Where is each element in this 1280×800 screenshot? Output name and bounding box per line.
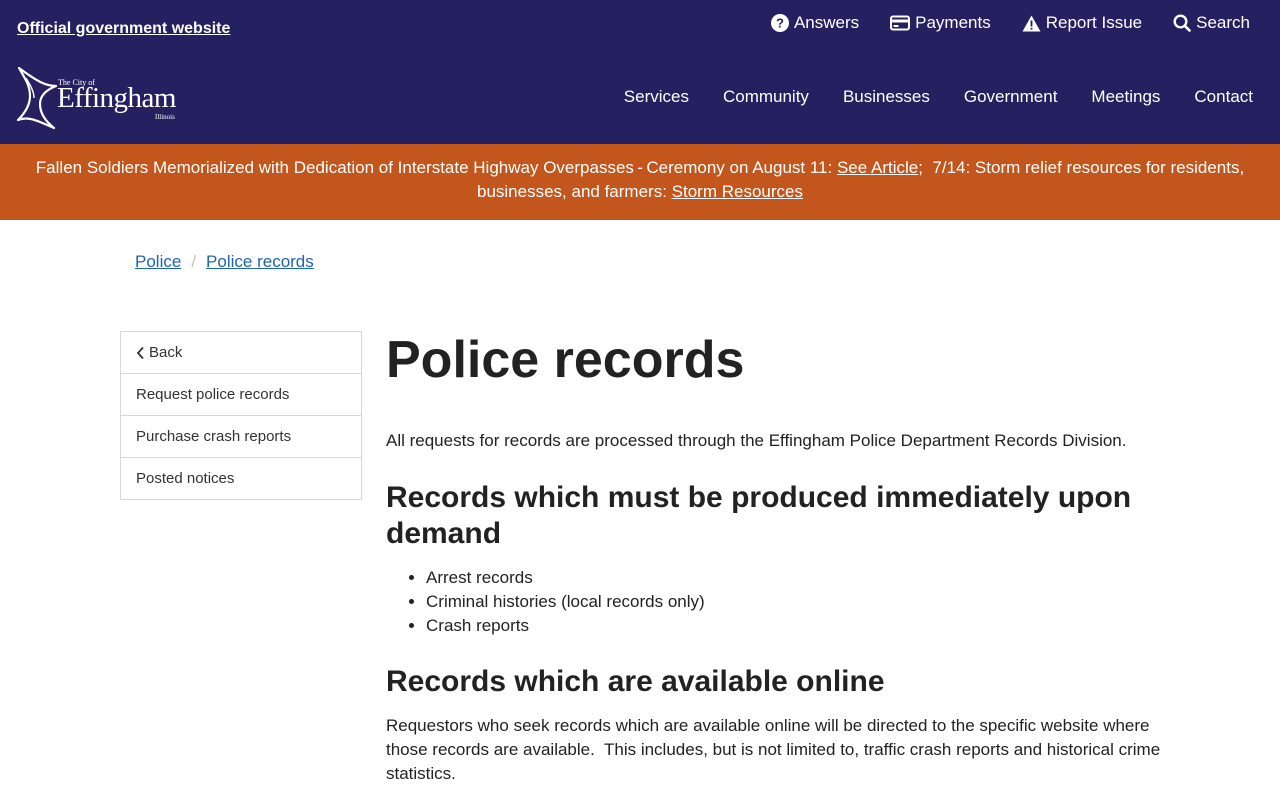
chevron-left-icon bbox=[136, 346, 144, 359]
svg-text:?: ? bbox=[776, 16, 784, 31]
logo-state-text: Illinois bbox=[155, 113, 175, 121]
answers-label: Answers bbox=[793, 13, 860, 32]
list-item: Criminal histories (local records only) bbox=[426, 590, 1176, 614]
logo-city-name: Effingham bbox=[57, 82, 177, 114]
nav-government[interactable]: Government bbox=[964, 87, 1058, 107]
breadcrumb-police[interactable]: Police bbox=[135, 252, 181, 272]
main-nav: Services Community Businesses Government… bbox=[590, 87, 1253, 107]
intro-paragraph: All requests for records are processed t… bbox=[386, 431, 1127, 450]
answers-link[interactable]: ? Answers bbox=[770, 13, 860, 33]
city-logo[interactable]: The City of Effingham Illinois bbox=[16, 66, 177, 130]
nav-businesses[interactable]: Businesses bbox=[843, 87, 930, 107]
breadcrumb-separator: / bbox=[191, 252, 197, 271]
official-government-link[interactable]: Official government website bbox=[17, 20, 230, 38]
nav-services[interactable]: Services bbox=[624, 87, 689, 107]
back-link[interactable]: Back bbox=[121, 332, 361, 373]
report-issue-label: Report Issue bbox=[1045, 13, 1143, 32]
immediate-records-list: Arrest records Criminal histories (local… bbox=[386, 566, 1176, 638]
page-title: Police records bbox=[386, 331, 745, 389]
section-heading-immediate: Records which must be produced immediate… bbox=[386, 481, 1132, 550]
main-content: Police records All requests for records … bbox=[386, 330, 1176, 786]
search-icon bbox=[1173, 14, 1191, 32]
list-item: Arrest records bbox=[426, 566, 1176, 590]
back-label: Back bbox=[149, 344, 183, 361]
utility-nav: ? Answers Payments Report Issue Search bbox=[740, 13, 1250, 33]
sidenav-posted-notices[interactable]: Posted notices bbox=[121, 457, 361, 499]
search-label: Search bbox=[1196, 13, 1250, 32]
search-link[interactable]: Search bbox=[1173, 13, 1250, 33]
online-records-paragraph: Requestors who seek records which are av… bbox=[386, 716, 1161, 783]
sidenav-purchase-crash-reports[interactable]: Purchase crash reports bbox=[121, 415, 361, 457]
question-circle-icon: ? bbox=[770, 14, 789, 32]
logo-wordmark: The City of Effingham Illinois bbox=[44, 68, 177, 128]
alert-text-1: Fallen Soldiers Memorialized with Dedica… bbox=[35, 158, 837, 177]
report-issue-link[interactable]: Report Issue bbox=[1022, 13, 1142, 33]
payments-link[interactable]: Payments bbox=[890, 13, 991, 33]
list-item: Crash reports bbox=[426, 614, 1176, 638]
nav-community[interactable]: Community bbox=[723, 87, 809, 107]
breadcrumb-police-records[interactable]: Police records bbox=[206, 252, 314, 272]
breadcrumb: Police / Police records bbox=[135, 252, 314, 272]
sidenav-request-police-records[interactable]: Request police records bbox=[121, 373, 361, 415]
side-nav: Back Request police records Purchase cra… bbox=[120, 331, 362, 500]
credit-card-icon bbox=[890, 15, 911, 31]
storm-resources-link[interactable]: Storm Resources bbox=[672, 182, 803, 201]
section-heading-online: Records which are available online bbox=[386, 665, 885, 698]
nav-meetings[interactable]: Meetings bbox=[1091, 87, 1160, 107]
warning-triangle-icon bbox=[1022, 15, 1041, 31]
nav-contact[interactable]: Contact bbox=[1194, 87, 1253, 107]
payments-label: Payments bbox=[915, 13, 991, 32]
alert-banner: Fallen Soldiers Memorialized with Dedica… bbox=[0, 144, 1280, 220]
see-article-link[interactable]: See Article bbox=[837, 158, 918, 177]
site-header: Official government website ? Answers Pa… bbox=[0, 0, 1280, 144]
